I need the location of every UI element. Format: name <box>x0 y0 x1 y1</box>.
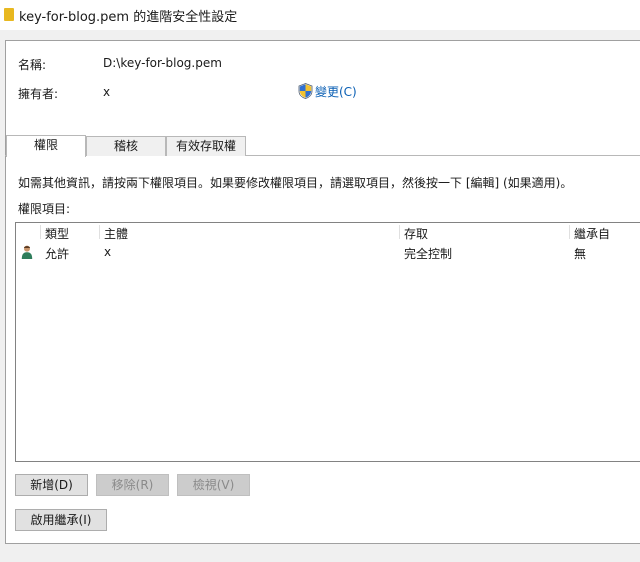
tab-permissions[interactable]: 權限 <box>6 135 86 157</box>
info-text: 如需其他資訊，請按兩下權限項目。如果要修改權限項目，請選取項目，然後按一下 [編… <box>18 176 573 190</box>
change-owner-link[interactable]: 變更(C) <box>298 83 357 99</box>
title-bar: key-for-blog.pem 的進階安全性設定 <box>0 0 640 30</box>
window-title: key-for-blog.pem 的進階安全性設定 <box>19 10 238 25</box>
change-owner-label: 變更(C) <box>315 84 357 99</box>
column-separator <box>399 225 400 239</box>
row-inherited-from: 無 <box>574 247 587 261</box>
uac-shield-icon <box>298 83 313 99</box>
column-separator <box>569 225 570 239</box>
name-value: D:\key-for-blog.pem <box>103 56 222 70</box>
name-label: 名稱: <box>18 58 47 72</box>
tab-auditing[interactable]: 稽核 <box>86 136 166 156</box>
add-button[interactable]: 新增(D) <box>15 474 88 496</box>
tab-effective-access[interactable]: 有效存取權 <box>166 136 246 156</box>
row-type: 允許 <box>45 247 70 261</box>
column-header-access[interactable]: 存取 <box>404 225 428 242</box>
column-header-inherited-from[interactable]: 繼承自 <box>574 225 610 242</box>
user-icon <box>21 245 33 259</box>
view-button[interactable]: 檢視(V) <box>177 474 250 496</box>
permission-entries-label: 權限項目: <box>18 202 71 216</box>
row-access: 完全控制 <box>404 247 453 261</box>
column-separator <box>40 225 41 239</box>
enable-inheritance-button[interactable]: 啟用繼承(I) <box>15 509 107 531</box>
column-header-principal[interactable]: 主體 <box>104 225 128 242</box>
folder-icon <box>4 8 14 21</box>
column-header-type[interactable]: 類型 <box>45 225 69 242</box>
remove-button[interactable]: 移除(R) <box>96 474 169 496</box>
column-separator <box>99 225 100 239</box>
permission-entries-list[interactable]: 類型 主體 存取 繼承自 允許 x 完全控制 無 <box>15 222 640 462</box>
owner-label: 擁有者: <box>18 87 59 101</box>
row-principal: x <box>104 245 112 259</box>
owner-value: x <box>103 85 111 99</box>
